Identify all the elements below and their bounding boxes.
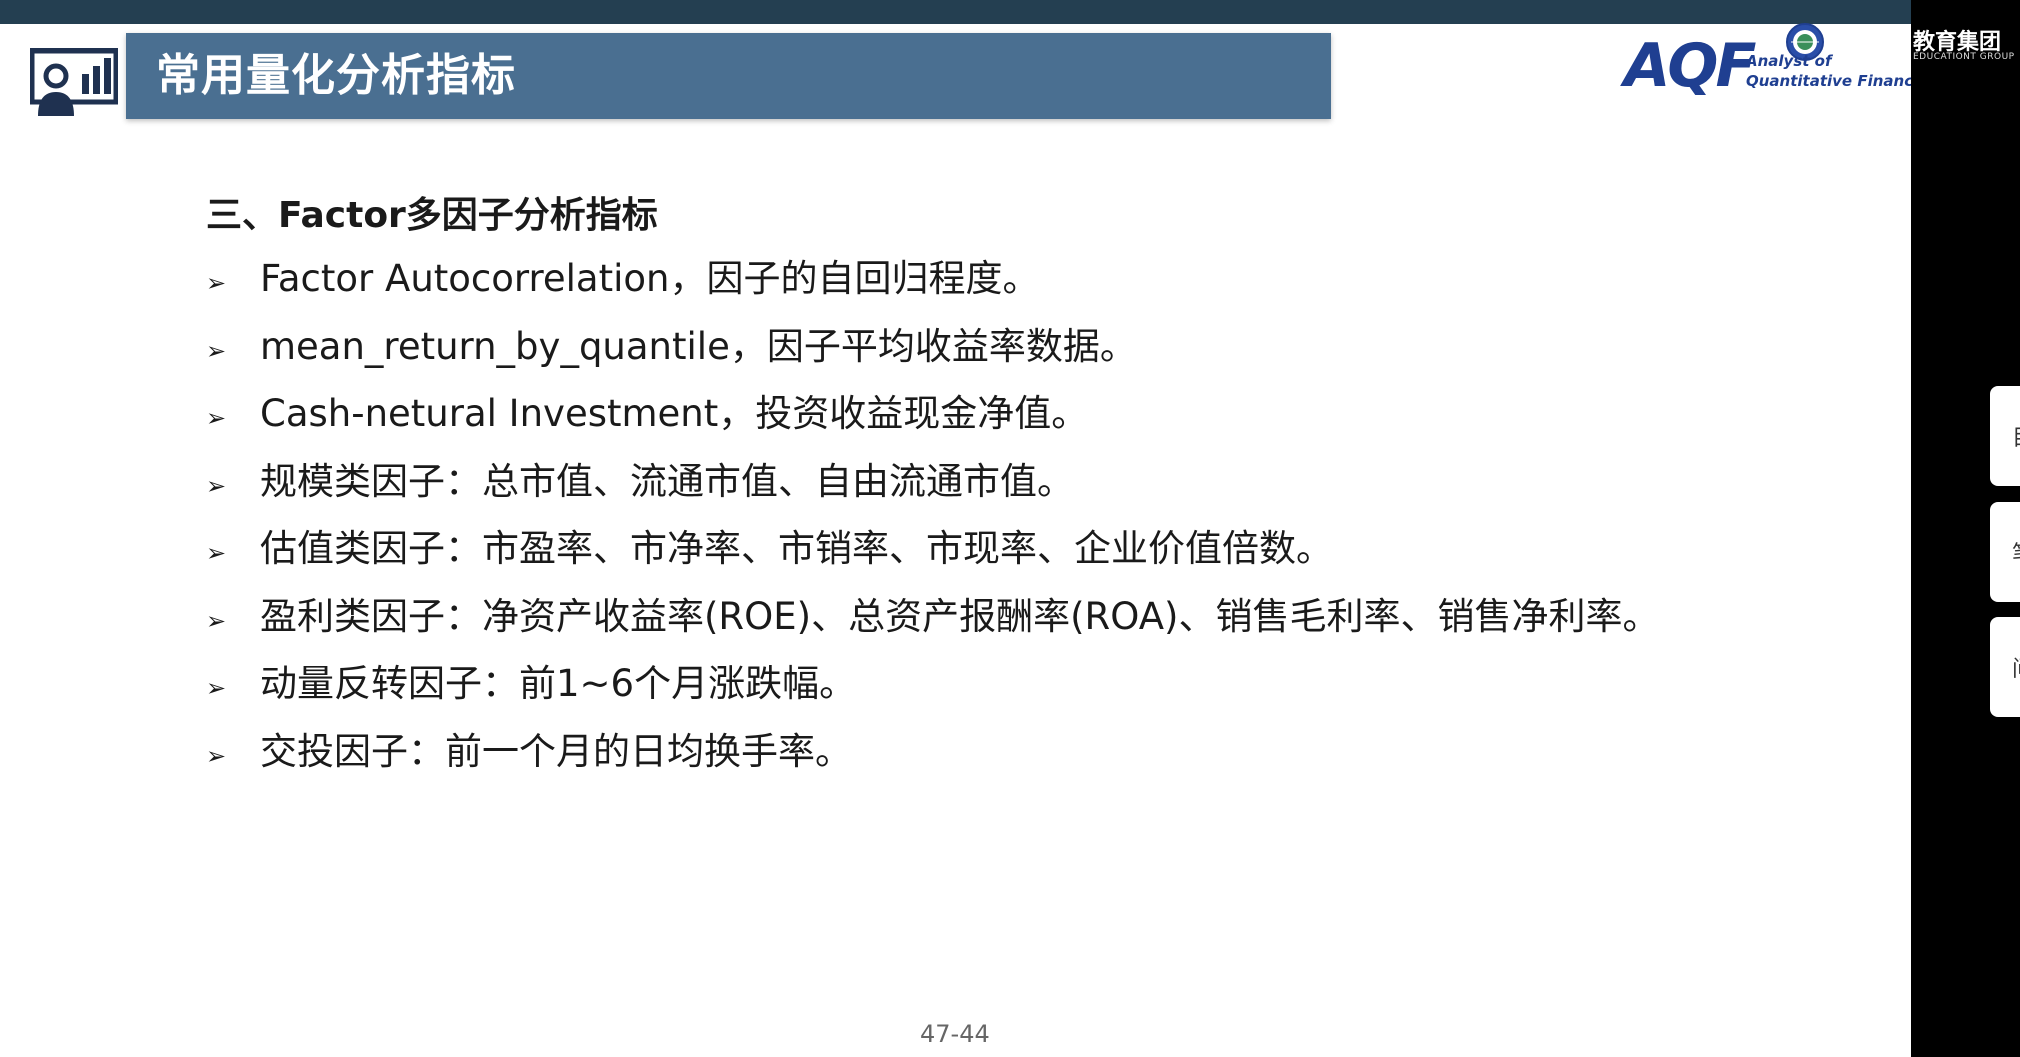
- brand-watermark: 教育集团 EDUCATIONT GROUP: [1911, 22, 2020, 72]
- bullet-item: ➢ 规模类因子：总市值、流通市值、自由流通市值。: [206, 455, 1659, 523]
- bullet-item: ➢ 估值类因子：市盈率、市净率、市销率、市现率、企业价值倍数。: [206, 522, 1659, 590]
- side-tab-notes[interactable]: 笔: [1990, 502, 2020, 602]
- bullet-text: Factor Autocorrelation，因子的自回归程度。: [260, 257, 1040, 300]
- bullet-text: 动量反转因子：前1~6个月涨跌幅。: [260, 662, 857, 705]
- arrow-bullet-icon: ➢: [206, 336, 227, 365]
- slide-title: 常用量化分析指标: [156, 50, 516, 101]
- brand-name-en: EDUCATIONT GROUP: [1913, 52, 2015, 62]
- section-heading: 三、Factor多因子分析指标: [206, 195, 658, 236]
- side-tab-label: 问: [2012, 651, 2020, 683]
- title-bar: 常用量化分析指标: [126, 33, 1331, 119]
- bullet-item: ➢ Factor Autocorrelation，因子的自回归程度。: [206, 252, 1659, 320]
- slide: 常用量化分析指标 AQF Analyst of Quantitative Fin…: [0, 0, 1911, 1057]
- page-number: 47-44: [920, 1020, 990, 1048]
- arrow-bullet-icon: ➢: [206, 606, 227, 635]
- arrow-bullet-icon: ➢: [206, 539, 227, 567]
- side-tab-questions[interactable]: 问: [1990, 617, 2020, 717]
- arrow-bullet-icon: ➢: [206, 674, 227, 702]
- aqf-logo-tagline: Analyst of: [1746, 52, 1832, 70]
- bullet-text: 交投因子：前一个月的日均换手率。: [260, 729, 852, 773]
- bullet-item: ➢ 交投因子：前一个月的日均换手率。: [206, 725, 1659, 793]
- bullet-text: mean_return_by_quantile，因子平均收益率数据。: [260, 324, 1137, 368]
- arrow-bullet-icon: ➢: [206, 471, 227, 500]
- aqf-logo: AQF Analyst of Quantitative Finance: [1620, 22, 1911, 102]
- side-tab-label: 目: [2012, 420, 2020, 452]
- side-tab-label: 笔: [2012, 536, 2020, 568]
- bullet-text: Cash-netural Investment，投资收益现金净值。: [260, 392, 1089, 435]
- arrow-bullet-icon: ➢: [206, 404, 227, 432]
- arrow-bullet-icon: ➢: [206, 269, 227, 297]
- bullet-text: 盈利类因子：净资产收益率(ROE)、总资产报酬率(ROA)、销售毛利率、销售净利…: [260, 594, 1660, 638]
- bullet-text: 估值类因子：市盈率、市净率、市销率、市现率、企业价值倍数。: [260, 527, 1333, 570]
- aqf-logo-letters: AQF: [1624, 31, 1756, 101]
- bullet-item: ➢ 盈利类因子：净资产收益率(ROE)、总资产报酬率(ROA)、销售毛利率、销售…: [206, 590, 1659, 658]
- arrow-bullet-icon: ➢: [206, 741, 227, 770]
- bullet-item: ➢ 动量反转因子：前1~6个月涨跌幅。: [206, 657, 1659, 725]
- bullet-item: ➢ Cash-netural Investment，投资收益现金净值。: [206, 387, 1659, 455]
- presentation-chart-icon: [29, 46, 119, 118]
- bullet-text: 规模类因子：总市值、流通市值、自由流通市值。: [260, 459, 1074, 503]
- viewer-window: 常用量化分析指标 AQF Analyst of Quantitative Fin…: [0, 0, 2020, 1057]
- bullet-list: ➢ Factor Autocorrelation，因子的自回归程度。 ➢ mea…: [206, 252, 1659, 792]
- slide-top-strip: [0, 0, 1911, 24]
- bullet-item: ➢ mean_return_by_quantile，因子平均收益率数据。: [206, 320, 1659, 388]
- side-tab-contents[interactable]: 目: [1990, 386, 2020, 486]
- aqf-logo-tagline: Quantitative Finance: [1746, 72, 1911, 90]
